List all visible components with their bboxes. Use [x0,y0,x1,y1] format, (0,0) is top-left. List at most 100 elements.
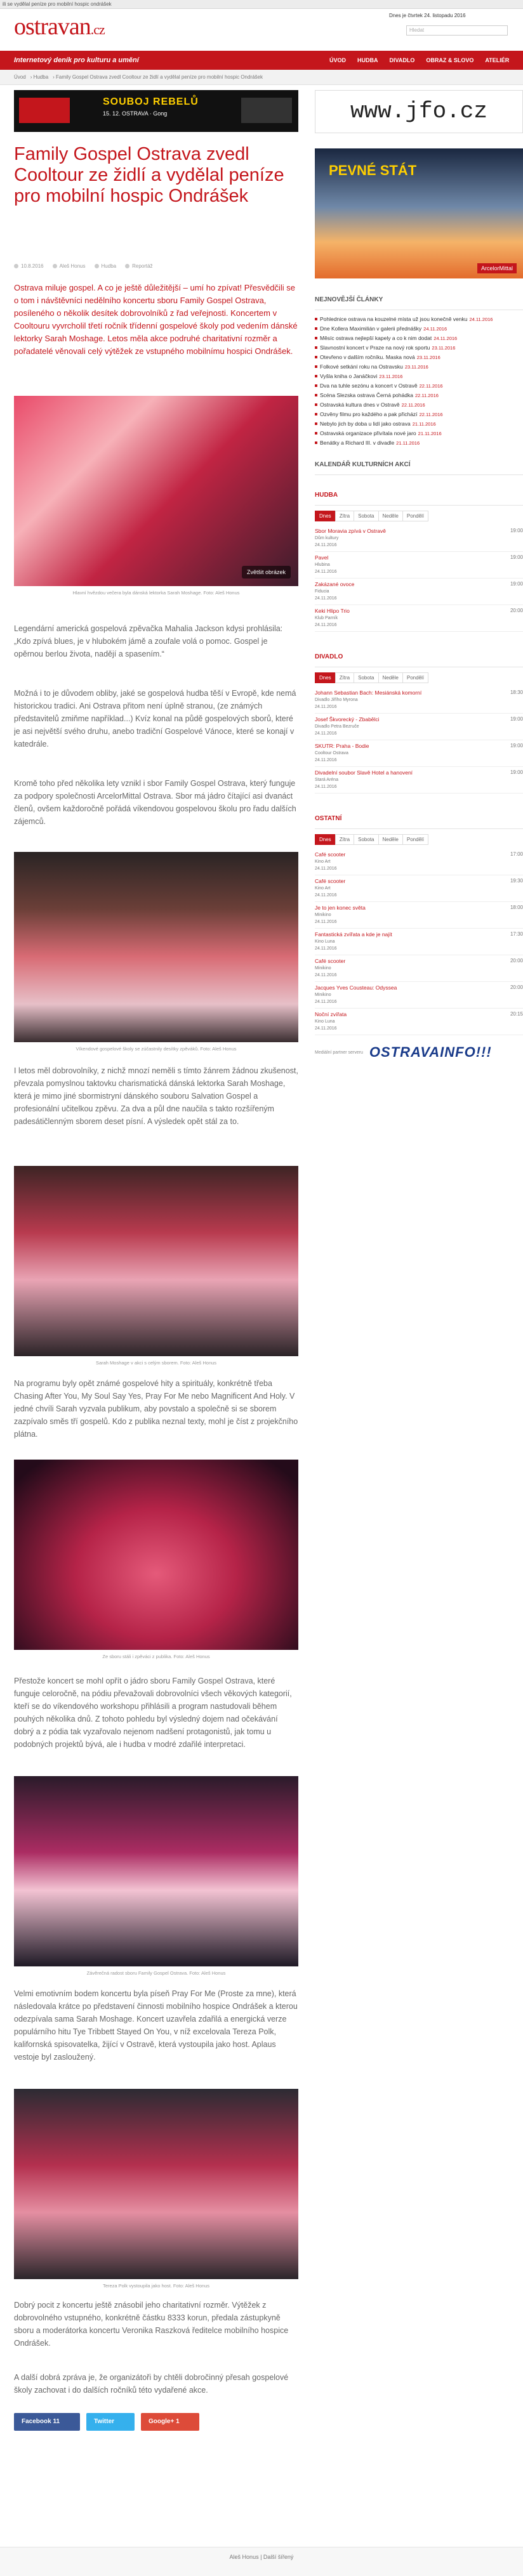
nav-item-hudba[interactable]: Hudba [352,51,384,70]
event-item[interactable]: Fantastická zvířata a kde je najít Kino L… [315,929,523,955]
tab-zitra[interactable]: Zítra [334,672,355,683]
ad-arcelormittal[interactable]: PEVNÉ STÁT ArcelorMittal [315,148,523,278]
theatre-title: Divadlo [315,653,523,667]
music-day-tabs: Dnes Zítra Sobota Neděle Pondělí [315,511,523,521]
article-paragraph: I letos měl dobrovolníky, z nichž mnozí … [14,1066,298,1126]
facebook-share-button[interactable]: Facebook 11 [14,2413,80,2431]
article-type[interactable]: Reportáž [125,263,152,269]
article-photo-5[interactable] [14,1776,298,1966]
nav-item-atelier[interactable]: Ateliér [479,51,515,70]
latest-article-item[interactable]: Ozvěny filmu pro každého a pak přichází 2… [315,410,523,419]
article-author[interactable]: Aleš Honus [53,263,86,269]
nav-item-divadlo[interactable]: Divadlo [384,51,421,70]
article-photo-1[interactable]: Zvětšit obrázek [14,396,298,586]
tab-dnes[interactable]: Dnes [315,511,336,521]
zoom-button[interactable]: Zvětšit obrázek [241,566,291,579]
theatre-events: Divadlo Dnes Zítra Sobota Neděle Pondělí… [315,653,523,794]
breadcrumb-home[interactable]: Úvod [14,74,26,80]
latest-article-item[interactable]: Benátky a Richard III. v divadle 21.11.20… [315,439,523,447]
event-item[interactable]: Johann Sebastian Bach: Mesiánská komorní… [315,687,523,714]
tab-dnes[interactable]: Dnes [315,834,336,845]
search-input[interactable]: Hledat [406,25,508,36]
tab-sobota[interactable]: Sobota [354,511,379,521]
ad-brand: ArcelorMittal [477,263,517,273]
event-item[interactable]: Café scooter Kino Art 24.11.2016 17:00 [315,849,523,875]
tab-nedele[interactable]: Neděle [378,511,403,521]
other-title: Ostatní [315,815,523,829]
article-photo-3[interactable] [14,1166,298,1356]
article-paragraph: A další dobrá zpráva je, že organizátoři… [14,2373,289,2395]
event-item[interactable]: Keki Hlipo Trio Klub Parník 24.11.2016 20:0… [315,605,523,632]
event-item[interactable]: Café scooter Minikino 24.11.2016 20:00 [315,955,523,982]
ad-title: PEVNÉ STÁT [329,162,417,178]
latest-article-item[interactable]: Pohlednice ostrava na kouzelné místa už … [315,315,523,324]
event-item[interactable]: Jacques Yves Cousteau: Odyssea Minikino 24… [315,982,523,1009]
photo-caption: Závěrečná radost sboru Family Gospel Ost… [86,1970,226,1976]
tab-pondeli[interactable]: Pondělí [402,511,428,521]
article-category[interactable]: Hudba [95,263,117,269]
tab-sobota[interactable]: Sobota [354,672,379,683]
latest-article-item[interactable]: Otevřeno v dalším ročníku. Maska nová 23.… [315,353,523,362]
event-item[interactable]: Josef Škvorecký - Zbabělci Divadlo Petra … [315,714,523,740]
site-logo[interactable]: ostravan.cz [14,14,105,42]
latest-article-item[interactable]: Vyšla kniha o Janáčkovi 23.11.2016 [315,372,523,381]
partner-logo[interactable]: OSTRAVAINFO!!! [369,1044,492,1061]
event-item[interactable]: Café scooter Kino Art 24.11.2016 19:30 [315,875,523,902]
browser-tab[interactable]: ili se vydělal peníze pro mobilní hospic… [0,0,523,9]
latest-articles: Nejnovější články Pohlednice ostrava na … [315,296,523,447]
article-photo-4[interactable] [14,1460,298,1650]
article-photo-2[interactable] [14,852,298,1042]
tab-pondeli[interactable]: Pondělí [402,672,428,683]
latest-article-item[interactable]: Měsíc ostrava nejlepší kapely a co k nim… [315,334,523,343]
event-item[interactable]: Je to jen konec světa Minikino 24.11.2016 1… [315,902,523,929]
event-item[interactable]: Pavel Hlubina 24.11.2016 19:00 [315,552,523,579]
article-photo-6[interactable] [14,2089,298,2279]
tab-pondeli[interactable]: Pondělí [402,834,428,845]
article-paragraph: Přestože koncert se mohl opřít o jádro s… [14,1677,292,1749]
article-meta: 10.8.2016 Aleš Honus Hudba Reportáž [14,263,298,269]
latest-article-item[interactable]: Folkové setkání roku na Ostravsku 23.11.2… [315,363,523,371]
site-tagline: Internetový deník pro kulturu a umění [14,56,139,64]
nav-item-obraz[interactable]: Obraz & slovo [420,51,479,70]
tab-dnes[interactable]: Dnes [315,672,336,683]
tab-nedele[interactable]: Neděle [378,834,403,845]
latest-article-item[interactable]: Dva na tuhle sezónu a koncert v Ostravě 2… [315,382,523,390]
media-partner[interactable]: Mediální partner serveru OSTRAVAINFO!!! [315,1044,523,1061]
article-paragraph: Kromě toho před několika lety vznikl i s… [14,779,296,826]
googleplus-share-button[interactable]: Google+ 1 [141,2413,199,2431]
event-item[interactable]: SKUTR: Praha - Bodie Cooltour Ostrava 24.1… [315,740,523,767]
tab-nedele[interactable]: Neděle [378,672,403,683]
article-paragraph: Legendární americká gospelová zpěvačka M… [14,624,283,658]
music-events: Hudba Dnes Zítra Sobota Neděle Pondělí S… [315,492,523,632]
event-item[interactable]: Sbor Moravia zpívá v Ostravě Dům kultury 2… [315,525,523,552]
latest-article-item[interactable]: Slavnostní koncert v Praze na nový rok s… [315,344,523,352]
event-item[interactable]: Noční zvířata Kino Luna 24.11.2016 20:15 [315,1009,523,1035]
tab-zitra[interactable]: Zítra [334,511,355,521]
current-date: Dnes je čtvrtek 24. listopadu 2016 [389,13,466,18]
site-header: ostravan.cz Dnes je čtvrtek 24. listopad… [0,9,523,51]
latest-article-item[interactable]: Dne Kollera Maximilián v galerii přednáš… [315,325,523,333]
sidebar: www.jfo.cz PEVNÉ STÁT ArcelorMittal Nejn… [315,85,523,1061]
photo-caption: Ze sboru stáli i zpěváci z publika. Foto… [102,1654,210,1659]
article-lead: Ostrava miluje gospel. A co je ještě důl… [14,283,298,356]
latest-title: Nejnovější články [315,296,523,310]
breadcrumb-current: Family Gospel Ostrava zvedl Cooltour ze … [56,74,263,80]
theatre-day-tabs: Dnes Zítra Sobota Neděle Pondělí [315,672,523,683]
event-item[interactable]: Zakázané ovoce Fiducia 24.11.2016 19:00 [315,579,523,605]
ad-jfo[interactable]: www.jfo.cz [315,90,523,133]
latest-article-item[interactable]: Scéna Slezska ostrava Černá pohádka 22.11… [315,391,523,400]
latest-article-item[interactable]: Nebylo jich by doba u lidí jako ostrava 2… [315,420,523,428]
date-info: Dnes je čtvrtek 24. listopadu 2016 [389,13,466,18]
twitter-share-button[interactable]: Twitter [86,2413,135,2431]
event-item[interactable]: Divadelní soubor Slavě Hotel a hanovení S… [315,767,523,794]
tab-zitra[interactable]: Zítra [334,834,355,845]
breadcrumb-section[interactable]: Hudba [34,74,49,80]
latest-article-item[interactable]: Ostravská organizace přivítala nové jaro… [315,429,523,438]
latest-list: Pohlednice ostrava na kouzelné místa už … [315,315,523,447]
tab-sobota[interactable]: Sobota [354,834,379,845]
ad-banner-souboj[interactable]: SOUBOJ REBELŮ 15. 12. OSTRAVA · Gong [14,90,298,132]
banner-subtitle: 15. 12. OSTRAVA · Gong [103,110,168,117]
nav-item-uvod[interactable]: Úvod [324,51,352,70]
calendar-box: Kalendář kulturních akcí [315,461,523,475]
latest-article-item[interactable]: Ostravská kultura dnes v Ostravě 22.11.20… [315,401,523,409]
